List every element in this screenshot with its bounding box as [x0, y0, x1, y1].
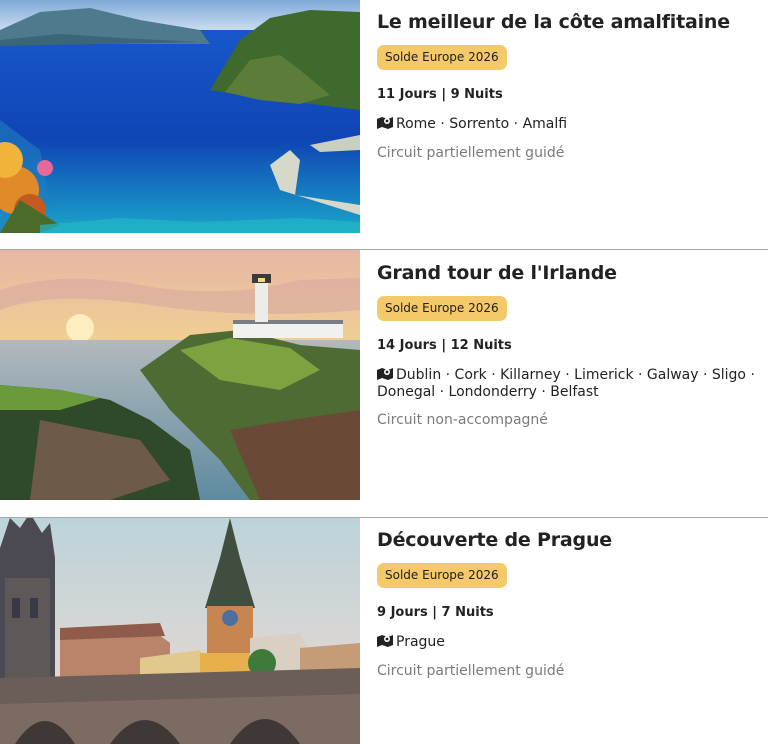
promo-badge: Solde Europe 2026 [377, 563, 507, 588]
tour-card[interactable]: Le meilleur de la côte amalfitaine Solde… [0, 0, 768, 233]
tour-route: Dublin · Cork · Killarney · Limerick · G… [377, 367, 768, 401]
tour-route-text: Prague [396, 634, 445, 650]
tour-route-text: Dublin · Cork · Killarney · Limerick · G… [377, 367, 755, 400]
tour-title[interactable]: Découverte de Prague [377, 529, 612, 551]
map-icon [377, 117, 393, 129]
tour-card[interactable]: Découverte de Prague Solde Europe 2026 9… [0, 518, 768, 744]
tour-image-prague[interactable] [0, 518, 360, 744]
tour-image-ireland-lighthouse[interactable] [0, 250, 360, 500]
tour-image-amalfi-coast[interactable] [0, 0, 360, 233]
tour-title[interactable]: Le meilleur de la côte amalfitaine [377, 11, 730, 33]
tour-title[interactable]: Grand tour de l'Irlande [377, 262, 617, 284]
tour-card[interactable]: Grand tour de l'Irlande Solde Europe 202… [0, 250, 768, 500]
tour-route: Prague [377, 634, 768, 651]
tour-guide-type: Circuit non-accompagné [377, 412, 548, 428]
tour-route-text: Rome · Sorrento · Amalfi [396, 116, 568, 132]
tour-duration: 14 Jours | 12 Nuits [377, 338, 512, 353]
tour-duration: 9 Jours | 7 Nuits [377, 605, 494, 620]
map-icon [377, 368, 393, 380]
tour-duration: 11 Jours | 9 Nuits [377, 87, 503, 102]
promo-badge: Solde Europe 2026 [377, 296, 507, 321]
map-icon [377, 635, 393, 647]
tour-route: Rome · Sorrento · Amalfi [377, 116, 768, 133]
tour-guide-type: Circuit partiellement guidé [377, 663, 565, 679]
tour-guide-type: Circuit partiellement guidé [377, 145, 565, 161]
tour-info: Grand tour de l'Irlande Solde Europe 202… [377, 250, 768, 500]
promo-badge: Solde Europe 2026 [377, 45, 507, 70]
tour-info: Découverte de Prague Solde Europe 2026 9… [377, 518, 768, 744]
tour-info: Le meilleur de la côte amalfitaine Solde… [377, 0, 768, 233]
